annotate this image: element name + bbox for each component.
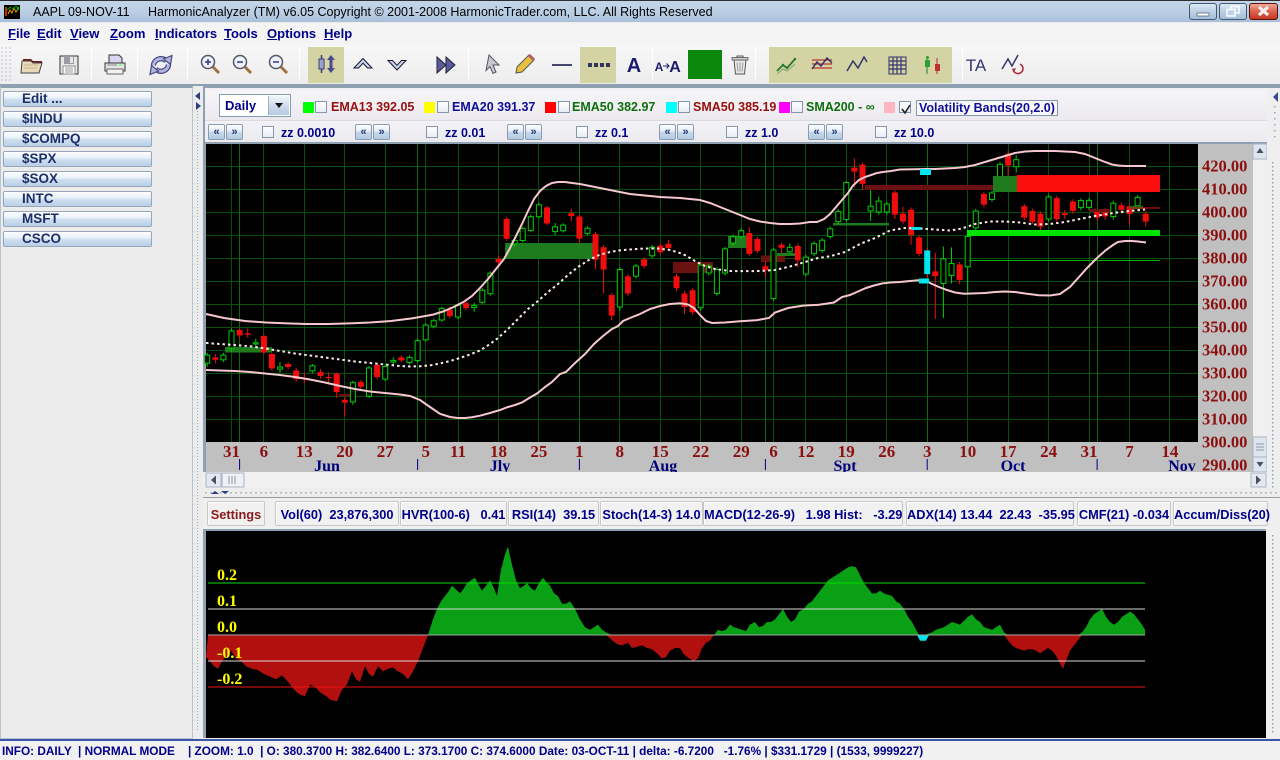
svg-text:8: 8 <box>616 442 625 461</box>
svg-text:A: A <box>669 59 681 76</box>
svg-text:31: 31 <box>1081 442 1098 461</box>
svg-text:400.00: 400.00 <box>1202 203 1247 222</box>
svg-text:27: 27 <box>377 442 395 461</box>
svg-text:3: 3 <box>923 442 932 461</box>
svg-text:31: 31 <box>223 442 240 461</box>
svg-text:310.00: 310.00 <box>1202 410 1247 429</box>
svg-text:340.00: 340.00 <box>1202 341 1247 360</box>
svg-text:A: A <box>655 60 664 74</box>
svg-text:12: 12 <box>797 442 814 461</box>
svg-text:TA: TA <box>966 56 987 75</box>
svg-text:380.00: 380.00 <box>1202 249 1247 268</box>
svg-text:29: 29 <box>733 442 750 461</box>
svg-text:0.0: 0.0 <box>217 619 237 636</box>
svg-text:A: A <box>627 55 641 77</box>
svg-text:25: 25 <box>530 442 547 461</box>
svg-text:13: 13 <box>296 442 313 461</box>
svg-text:22: 22 <box>692 442 709 461</box>
svg-text:0.2: 0.2 <box>217 567 237 584</box>
svg-text:6: 6 <box>260 442 269 461</box>
svg-text:370.00: 370.00 <box>1202 272 1247 291</box>
svg-text:7: 7 <box>1125 442 1134 461</box>
svg-text:11: 11 <box>450 442 466 461</box>
svg-text:290.00: 290.00 <box>1202 456 1247 475</box>
svg-text:320.00: 320.00 <box>1202 387 1247 406</box>
svg-text:24: 24 <box>1040 442 1058 461</box>
svg-text:410.00: 410.00 <box>1202 180 1247 199</box>
svg-text:360.00: 360.00 <box>1202 295 1247 314</box>
svg-text:1: 1 <box>575 442 584 461</box>
svg-text:350.00: 350.00 <box>1202 318 1247 337</box>
svg-text:6: 6 <box>769 442 778 461</box>
svg-text:0.1: 0.1 <box>217 593 237 610</box>
svg-text:-0.2: -0.2 <box>217 671 242 688</box>
svg-text:330.00: 330.00 <box>1202 364 1247 383</box>
svg-text:26: 26 <box>878 442 895 461</box>
svg-text:390.00: 390.00 <box>1202 226 1247 245</box>
svg-text:5: 5 <box>421 442 430 461</box>
svg-text:-0.1: -0.1 <box>217 645 242 662</box>
svg-text:300.00: 300.00 <box>1202 433 1247 452</box>
svg-text:420.00: 420.00 <box>1202 157 1247 176</box>
svg-text:10: 10 <box>959 442 976 461</box>
